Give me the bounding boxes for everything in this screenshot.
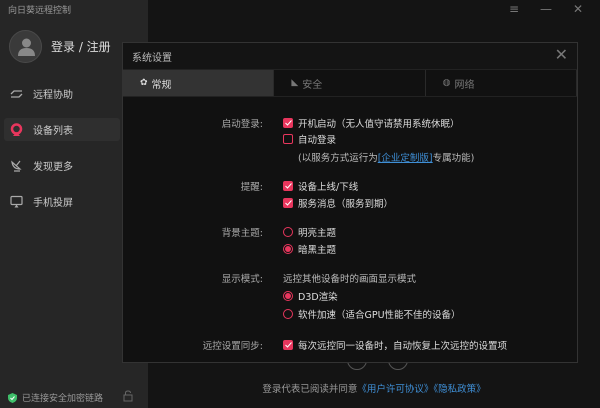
- connection-status: 已连接安全加密链路: [8, 391, 103, 404]
- shield-icon: ◣: [291, 78, 299, 88]
- status-text: 已连接安全加密链路: [22, 394, 104, 404]
- menu-icon[interactable]: ≡: [509, 2, 519, 16]
- user-icon: [18, 38, 35, 56]
- sidebar-item-discover[interactable]: 发现更多: [4, 154, 120, 177]
- lock-icon[interactable]: [123, 390, 133, 405]
- checkbox-checked-icon: [283, 340, 293, 350]
- enterprise-link[interactable]: [企业定制版]: [378, 153, 433, 164]
- close-window-icon[interactable]: ✕: [573, 2, 583, 16]
- avatar[interactable]: [9, 30, 42, 63]
- close-icon[interactable]: ✕: [555, 45, 568, 64]
- d3d-render-radio[interactable]: D3D渲染: [283, 289, 338, 303]
- checkbox-label: 开机启动（无人值守请禁用系统休眠）: [298, 119, 460, 130]
- sidebar-item-label: 手机投屏: [33, 198, 73, 209]
- checkbox-checked-icon: [283, 198, 293, 208]
- radio-selected-icon: [283, 244, 293, 254]
- login-register-link[interactable]: 登录 / 注册: [51, 38, 111, 55]
- shield-check-icon: [8, 392, 17, 403]
- agreement-text: 登录代表已阅读并同意: [262, 384, 358, 395]
- software-accel-radio[interactable]: 软件加速（适合GPU性能不佳的设备）: [283, 307, 461, 321]
- settings-dialog: 系统设置 ✕ ✿ 常规 ◣ 安全 ◍ 网络 启动登录: 开机启动（无人值守请禁用系统休…: [122, 42, 578, 363]
- service-message-checkbox[interactable]: 服务消息（服务到期）: [283, 196, 393, 210]
- tab-general[interactable]: ✿ 常规: [123, 70, 275, 96]
- display-mode-label: 显示模式:: [221, 274, 263, 285]
- theme-label: 背景主题:: [221, 228, 263, 239]
- device-online-checkbox[interactable]: 设备上线/下线: [283, 179, 358, 193]
- checkbox-label: 设备上线/下线: [298, 182, 359, 193]
- sync-label: 远控设置同步:: [202, 341, 263, 352]
- radio-label: 明亮主题: [298, 228, 337, 239]
- checkbox-unchecked-icon: [283, 134, 293, 144]
- radio-label: 软件加速（适合GPU性能不佳的设备）: [298, 310, 461, 321]
- auto-login-checkbox[interactable]: 自动登录: [283, 132, 336, 146]
- checkbox-checked-icon: [283, 181, 293, 191]
- startup-label: 启动登录:: [221, 119, 263, 130]
- display-mode-desc: 远控其他设备时的画面显示模式: [283, 274, 417, 285]
- boot-start-checkbox[interactable]: 开机启动（无人值守请禁用系统休眠）: [283, 116, 460, 130]
- note-text: 专属功能): [432, 153, 475, 164]
- tab-network[interactable]: ◍ 网络: [426, 70, 577, 96]
- checkbox-label: 自动登录: [298, 135, 337, 146]
- radio-selected-icon: [283, 291, 293, 301]
- checkbox-label: 每次远控同一设备时，自动恢复上次远控的设置项: [298, 341, 508, 352]
- eula-link[interactable]: 《用户许可协议》: [357, 384, 433, 395]
- sidebar-item-label: 远程协助: [33, 90, 73, 101]
- sidebar-item-screen-cast[interactable]: 手机投屏: [4, 190, 120, 213]
- minimize-icon[interactable]: —: [540, 2, 552, 16]
- sidebar-item-label: 发现更多: [33, 162, 73, 173]
- dark-theme-radio[interactable]: 暗黑主题: [283, 242, 336, 256]
- remote-assist-icon: [9, 87, 23, 101]
- tab-label: 安全: [302, 79, 323, 91]
- tab-label: 常规: [151, 79, 172, 91]
- radio-label: 暗黑主题: [298, 245, 337, 256]
- gear-icon: ✿: [140, 78, 148, 88]
- satellite-icon: [9, 159, 23, 173]
- dialog-title: 系统设置: [123, 43, 577, 69]
- sidebar-item-remote-assist[interactable]: 远程协助: [4, 82, 120, 105]
- privacy-link[interactable]: 《隐私政策》: [433, 384, 485, 395]
- tab-label: 网络: [454, 79, 475, 91]
- radio-label: D3D渲染: [298, 292, 338, 303]
- light-theme-radio[interactable]: 明亮主题: [283, 225, 336, 239]
- screen-cast-icon: [9, 195, 23, 209]
- agreement-footer: 登录代表已阅读并同意《用户许可协议》《隐私政策》: [148, 381, 600, 395]
- globe-icon: ◍: [442, 78, 451, 88]
- sync-settings-checkbox[interactable]: 每次远控同一设备时，自动恢复上次远控的设置项: [283, 338, 507, 352]
- settings-tabs: ✿ 常规 ◣ 安全 ◍ 网络: [123, 69, 577, 97]
- radio-unselected-icon: [283, 309, 293, 319]
- remind-label: 提醒:: [240, 182, 263, 193]
- checkbox-checked-icon: [283, 118, 293, 128]
- checkbox-label: 服务消息（服务到期）: [298, 199, 394, 210]
- service-note: (以服务方式运行为[企业定制版]专属功能): [298, 150, 474, 164]
- device-list-icon: [9, 123, 23, 137]
- tab-security[interactable]: ◣ 安全: [274, 70, 426, 96]
- note-text: (以服务方式运行为: [298, 153, 378, 164]
- sidebar-item-label: 设备列表: [33, 126, 73, 137]
- sidebar-item-device-list[interactable]: 设备列表: [4, 118, 120, 141]
- radio-unselected-icon: [283, 227, 293, 237]
- app-title: 向日葵远程控制: [8, 6, 72, 16]
